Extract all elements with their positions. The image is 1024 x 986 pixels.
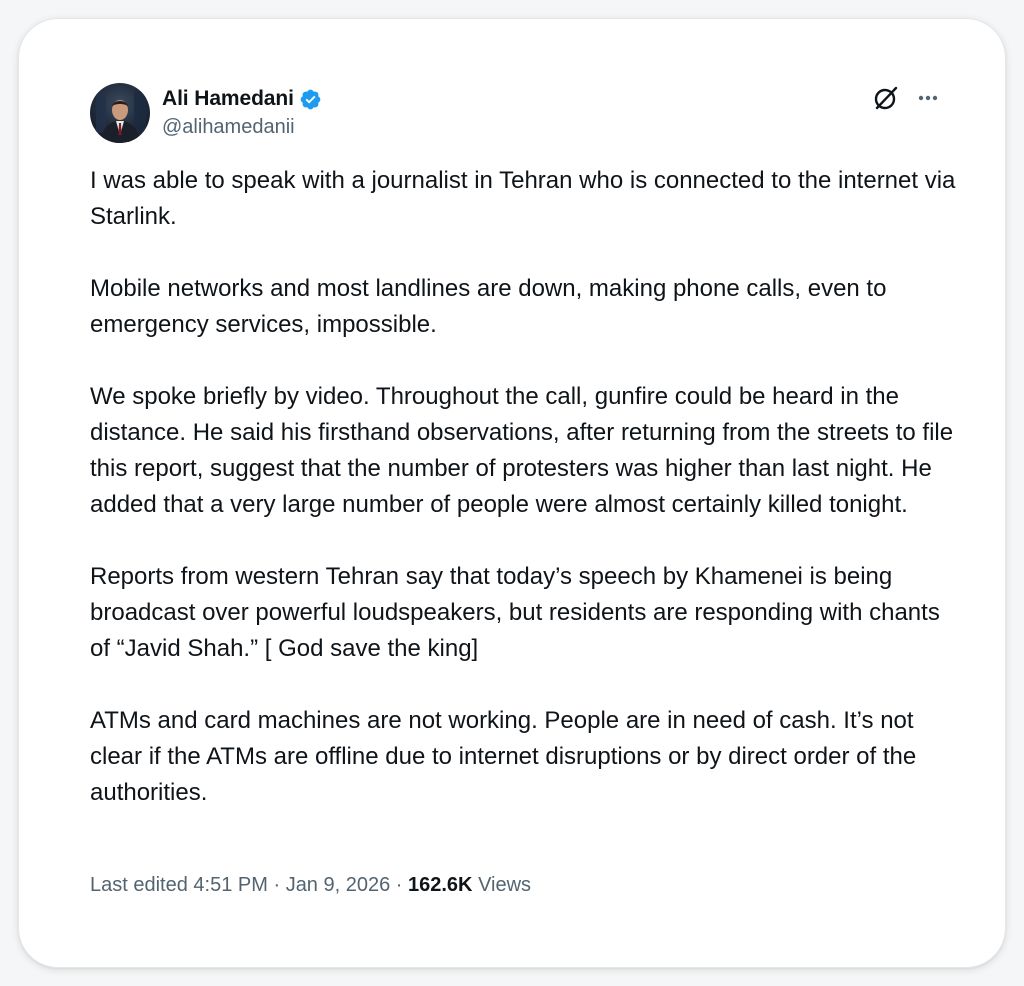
- avatar[interactable]: [90, 83, 150, 143]
- profile-photo-icon: [90, 83, 150, 143]
- tweet-paragraph: Mobile networks and most landlines are d…: [90, 275, 887, 338]
- tweet-card: Ali Hamedani @alihamedanii I was able to…: [18, 18, 1006, 968]
- verified-badge-icon: [300, 89, 321, 109]
- views-count: 162.6K: [408, 874, 473, 896]
- meta-separator: ·: [390, 874, 408, 896]
- tweet-paragraph: We spoke briefly by video. Throughout th…: [90, 383, 954, 518]
- views-label: Views: [478, 874, 532, 896]
- tweet-meta: Last edited 4:51 PM · Jan 9, 2026 · 162.…: [90, 874, 531, 897]
- tweet-paragraph: Reports from western Tehran say that tod…: [90, 563, 940, 662]
- tweet-paragraph: I was able to speak with a journalist in…: [90, 167, 956, 230]
- tweet-paragraph: ATMs and card machines are not working. …: [90, 707, 917, 806]
- grok-icon[interactable]: [871, 83, 901, 113]
- more-icon[interactable]: [913, 83, 943, 113]
- author-name-row[interactable]: Ali Hamedani: [162, 85, 322, 113]
- author-handle[interactable]: @alihamedanii: [162, 116, 295, 139]
- tweet-text: I was able to speak with a journalist in…: [90, 163, 960, 811]
- tweet-date[interactable]: Jan 9, 2026: [286, 874, 391, 896]
- edited-label[interactable]: Last edited: [90, 874, 188, 896]
- author-name[interactable]: Ali Hamedani: [162, 87, 294, 111]
- tweet-time[interactable]: 4:51 PM: [193, 874, 267, 896]
- meta-separator: ·: [267, 874, 286, 896]
